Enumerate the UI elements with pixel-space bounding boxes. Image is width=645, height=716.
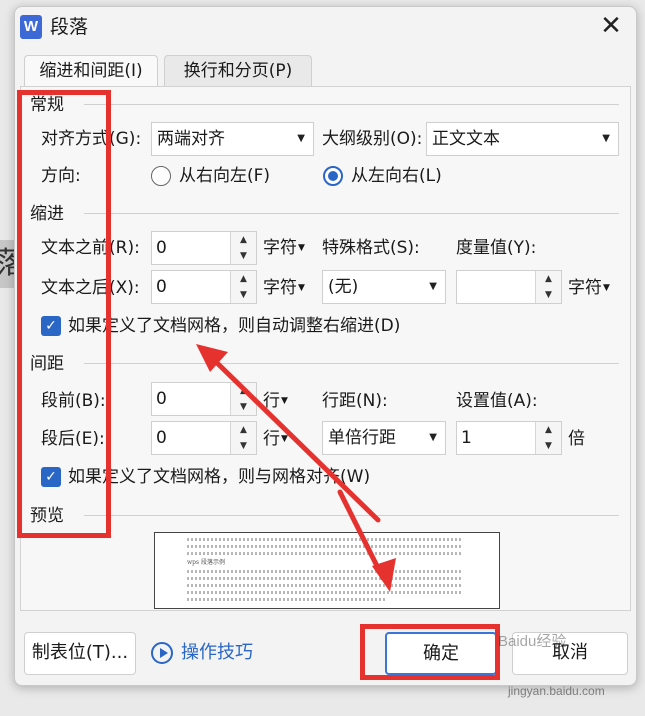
- watermark-logo: Baidu经验: [498, 633, 567, 650]
- annotation-arrows-icon: [196, 344, 396, 592]
- watermark-url: jingyan.baidu.com: [508, 684, 605, 698]
